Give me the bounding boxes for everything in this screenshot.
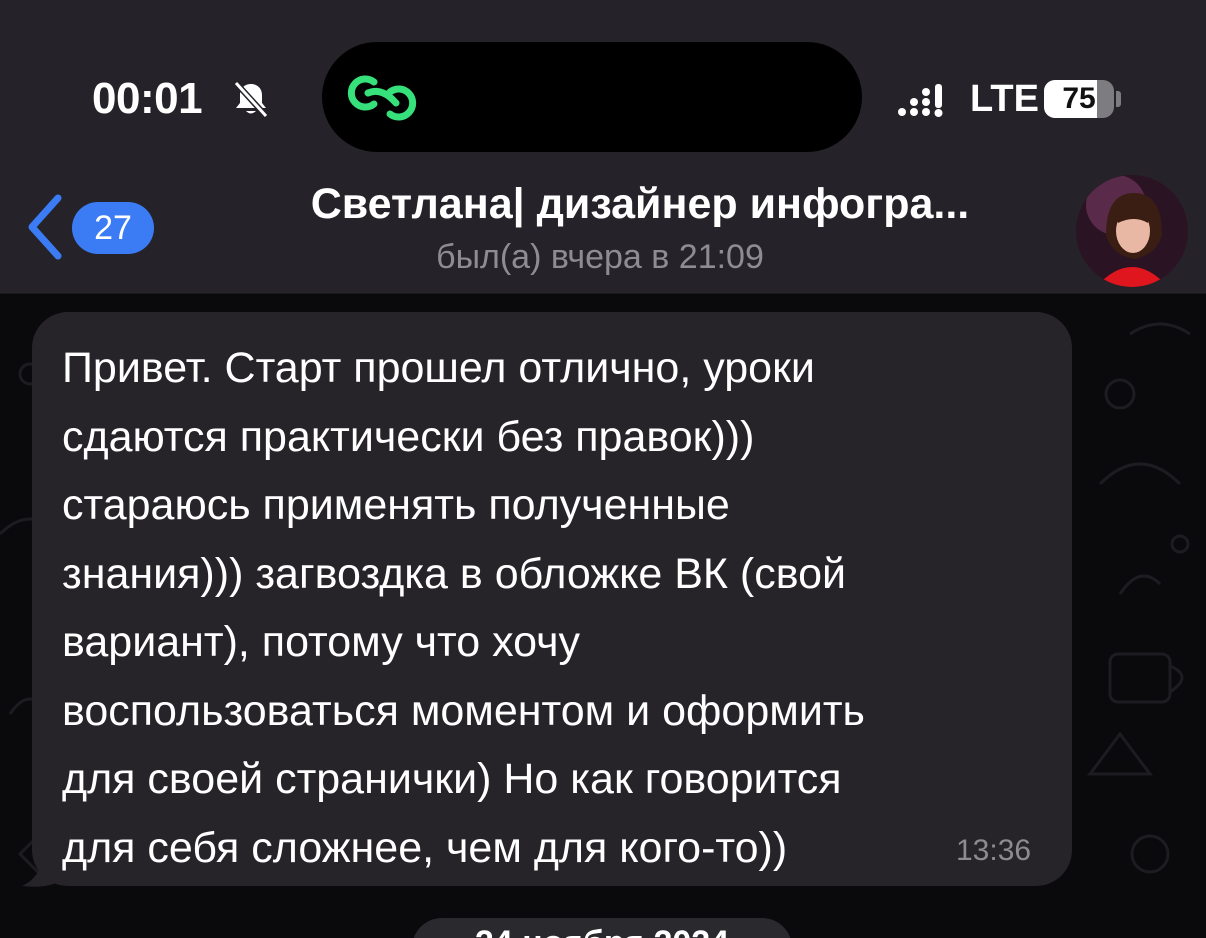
message-time: 13:36 [956, 834, 1032, 867]
header: 00:01 LTE 75 27 Светлана| дизайнер инфог… [0, 0, 1206, 294]
unread-count-badge: 27 [72, 202, 154, 254]
signal-bars-icon [898, 84, 943, 117]
chevron-left-icon [28, 194, 62, 260]
back-button[interactable]: 27 [18, 190, 158, 266]
contact-avatar[interactable] [1076, 175, 1188, 287]
link-loop-icon [347, 75, 417, 121]
chat-screen: 00:01 LTE 75 27 Светлана| дизайнер инфог… [0, 0, 1206, 938]
status-time: 00:01 [92, 74, 203, 123]
message-text: Привет. Старт прошел отлично, уроки сдаю… [62, 344, 865, 872]
bell-slash-icon [233, 80, 269, 118]
dynamic-island [322, 42, 862, 152]
battery-percent: 75 [1062, 82, 1096, 115]
battery-indicator: 75 [1044, 80, 1114, 118]
avatar-photo [1076, 175, 1188, 287]
date-separator: 24 ноября 2024 [412, 918, 792, 938]
network-type: LTE [970, 78, 1039, 120]
chat-title[interactable]: Светлана| дизайнер инфогра... [210, 180, 1070, 229]
last-seen-status: был(а) вчера в 21:09 [436, 238, 764, 276]
incoming-message-bubble[interactable]: Привет. Старт прошел отлично, уроки сдаю… [32, 312, 1072, 886]
date-separator-label: 24 ноября 2024 [412, 924, 792, 938]
battery-cap [1116, 91, 1121, 107]
